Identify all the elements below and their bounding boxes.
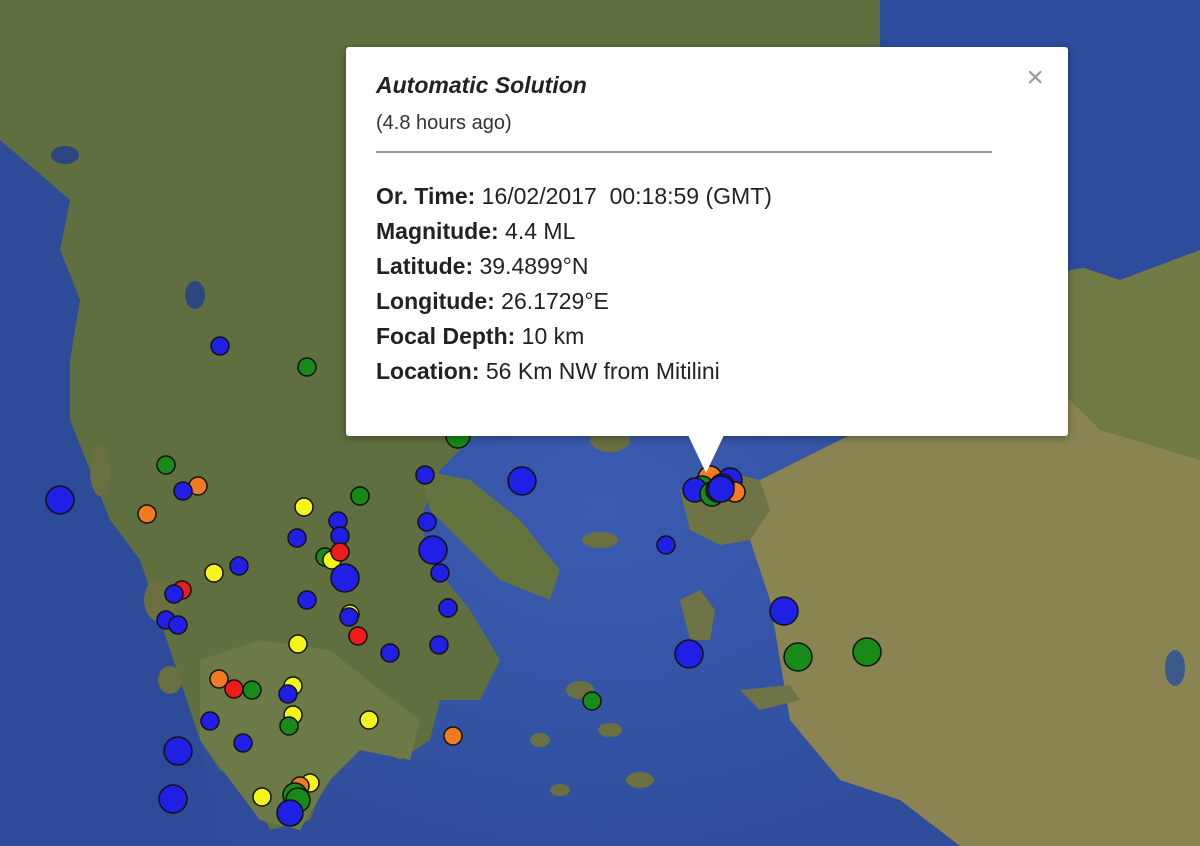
earthquake-marker-yellow[interactable] bbox=[359, 710, 379, 730]
detail-location: Location: 56 Km NW from Mitilini bbox=[376, 354, 1038, 389]
earthquake-marker-green[interactable] bbox=[279, 716, 299, 736]
earthquake-marker-blue[interactable] bbox=[233, 733, 253, 753]
popup-title: Automatic Solution bbox=[376, 72, 587, 98]
close-button[interactable]: × bbox=[1026, 61, 1044, 95]
detail-label: Or. Time: bbox=[376, 183, 476, 209]
earthquake-marker-green[interactable] bbox=[582, 691, 602, 711]
popup-subtitle: (4.8 hours ago) bbox=[376, 112, 512, 134]
selected-event-marker[interactable] bbox=[707, 475, 735, 503]
earthquake-marker-green[interactable] bbox=[242, 680, 262, 700]
earthquake-marker-green[interactable] bbox=[156, 455, 176, 475]
earthquake-marker-blue[interactable] bbox=[229, 556, 249, 576]
island-small bbox=[550, 784, 570, 796]
earthquake-marker-orange[interactable] bbox=[443, 726, 463, 746]
earthquake-marker-blue[interactable] bbox=[163, 736, 193, 766]
earthquake-marker-blue[interactable] bbox=[200, 711, 220, 731]
detail-label: Magnitude: bbox=[376, 218, 499, 244]
earthquake-marker-blue[interactable] bbox=[278, 684, 298, 704]
island-small bbox=[626, 772, 654, 788]
popup-details: Or. Time: 16/02/2017 00:18:59 (GMT) Magn… bbox=[376, 179, 1038, 389]
earthquake-marker-blue[interactable] bbox=[45, 485, 75, 515]
lake bbox=[185, 281, 205, 309]
detail-label: Focal Depth: bbox=[376, 323, 516, 349]
earthquake-marker-blue[interactable] bbox=[173, 481, 193, 501]
earthquake-marker-blue[interactable] bbox=[507, 466, 537, 496]
earthquake-marker-yellow[interactable] bbox=[204, 563, 224, 583]
earthquake-marker-yellow[interactable] bbox=[288, 634, 308, 654]
earthquake-marker-green[interactable] bbox=[350, 486, 370, 506]
earthquake-marker-yellow[interactable] bbox=[294, 497, 314, 517]
detail-label: Location: bbox=[376, 358, 480, 384]
detail-focal-depth: Focal Depth: 10 km bbox=[376, 319, 1038, 354]
earthquake-marker-blue[interactable] bbox=[769, 596, 799, 626]
detail-value: 4.4 ML bbox=[498, 218, 576, 244]
detail-origin-time: Or. Time: 16/02/2017 00:18:59 (GMT) bbox=[376, 179, 1038, 214]
earthquake-marker-blue[interactable] bbox=[276, 799, 304, 827]
info-window: × Automatic Solution (4.8 hours ago) Or.… bbox=[346, 47, 1068, 436]
lake bbox=[51, 146, 79, 164]
detail-value: 39.4899°N bbox=[473, 253, 589, 279]
earthquake-marker-red[interactable] bbox=[348, 626, 368, 646]
island-corfu bbox=[90, 444, 110, 496]
earthquake-marker-blue[interactable] bbox=[656, 535, 676, 555]
earthquake-marker-blue[interactable] bbox=[168, 615, 188, 635]
earthquake-marker-orange[interactable] bbox=[137, 504, 157, 524]
earthquake-marker-red[interactable] bbox=[330, 542, 350, 562]
detail-latitude: Latitude: 39.4899°N bbox=[376, 249, 1038, 284]
earthquake-marker-red[interactable] bbox=[224, 679, 244, 699]
island-small bbox=[598, 723, 622, 737]
earthquake-marker-blue[interactable] bbox=[339, 607, 359, 627]
island-small bbox=[530, 733, 550, 747]
info-window-pointer bbox=[688, 435, 724, 473]
earthquake-marker-blue[interactable] bbox=[287, 528, 307, 548]
earthquake-marker-blue[interactable] bbox=[430, 563, 450, 583]
earthquake-marker-blue[interactable] bbox=[417, 512, 437, 532]
earthquake-marker-green[interactable] bbox=[783, 642, 813, 672]
earthquake-marker-blue[interactable] bbox=[415, 465, 435, 485]
earthquake-marker-green[interactable] bbox=[297, 357, 317, 377]
earthquake-marker-blue[interactable] bbox=[429, 635, 449, 655]
detail-magnitude: Magnitude: 4.4 ML bbox=[376, 214, 1038, 249]
earthquake-marker-blue[interactable] bbox=[210, 336, 230, 356]
island-skyros bbox=[582, 532, 618, 548]
earthquake-marker-yellow[interactable] bbox=[252, 787, 272, 807]
detail-longitude: Longitude: 26.1729°E bbox=[376, 284, 1038, 319]
divider bbox=[376, 151, 992, 153]
earthquake-marker-blue[interactable] bbox=[158, 784, 188, 814]
island-zakynthos bbox=[158, 666, 182, 694]
earthquake-marker-blue[interactable] bbox=[297, 590, 317, 610]
earthquake-marker-green[interactable] bbox=[852, 637, 882, 667]
earthquake-marker-blue[interactable] bbox=[418, 535, 448, 565]
earthquake-marker-blue[interactable] bbox=[380, 643, 400, 663]
earthquake-marker-blue[interactable] bbox=[164, 584, 184, 604]
detail-value: 56 Km NW from Mitilini bbox=[479, 358, 720, 384]
earthquake-marker-blue[interactable] bbox=[438, 598, 458, 618]
detail-value: 26.1729°E bbox=[494, 288, 609, 314]
detail-label: Latitude: bbox=[376, 253, 474, 279]
detail-label: Longitude: bbox=[376, 288, 495, 314]
detail-value: 10 km bbox=[515, 323, 585, 349]
earthquake-marker-blue[interactable] bbox=[330, 563, 360, 593]
lake bbox=[1165, 650, 1185, 686]
detail-value: 16/02/2017 00:18:59 (GMT) bbox=[475, 183, 772, 209]
earthquake-marker-blue[interactable] bbox=[674, 639, 704, 669]
